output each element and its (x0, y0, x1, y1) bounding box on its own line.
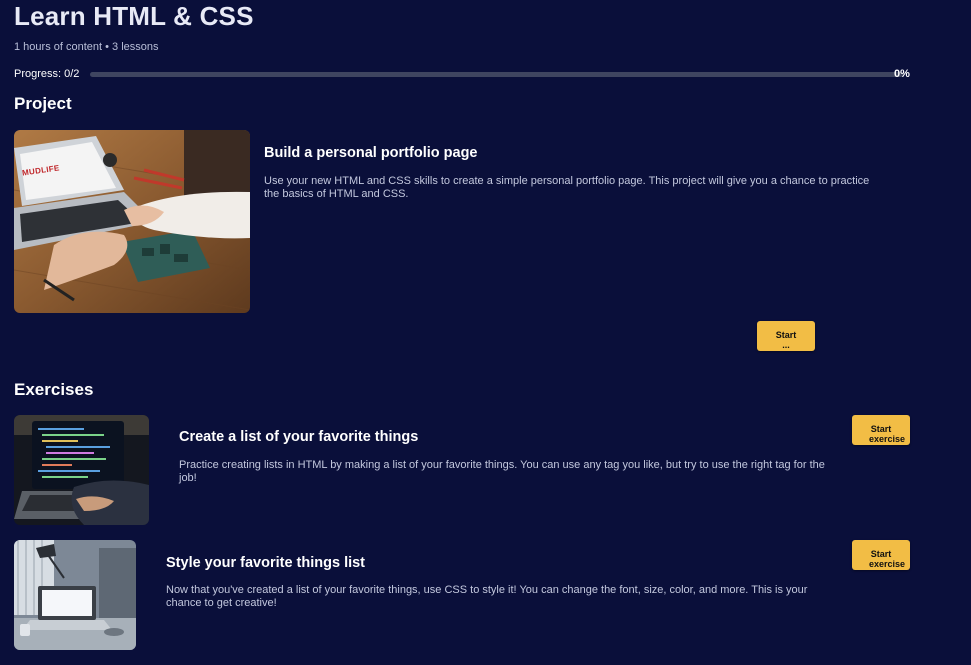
exercise-1-title: Create a list of your favorite things (179, 429, 419, 445)
exercise-1-description: Practice creating lists in HTML by makin… (179, 459, 825, 484)
exercise-2-title: Style your favorite things list (166, 555, 366, 571)
progress-percent: 0% (894, 68, 910, 80)
progress-bar (90, 72, 904, 77)
exercise-2-thumbnail-image (14, 540, 136, 650)
laptop-circuit-illustration (14, 130, 250, 313)
desk-laptop-illustration (14, 540, 136, 650)
start-exercise-1-button[interactable]: Start exercise (852, 415, 910, 445)
start-exercise-2-button-label: Start (870, 548, 892, 559)
course-meta: 1 hours of content • 3 lessons (14, 41, 159, 53)
project-description: Use your new HTML and CSS skills to crea… (264, 175, 870, 200)
course-title: Learn HTML & CSS (14, 1, 254, 31)
start-exercise-1-button-label: Start (870, 423, 892, 434)
start-project-button-label-2: ... (782, 339, 790, 350)
exercise-2-description: Now that you've created a list of your f… (166, 584, 808, 609)
progress-row: Progress: 0/2 0% (14, 67, 914, 81)
start-project-button[interactable]: Start ... (757, 321, 815, 351)
project-title: Build a personal portfolio page (264, 145, 478, 161)
project-section-heading: Project (14, 94, 72, 113)
laptop-code-illustration (14, 415, 149, 525)
start-exercise-2-button[interactable]: Start exercise (852, 540, 910, 570)
progress-label: Progress: 0/2 (14, 68, 80, 80)
exercise-1-thumbnail-image (14, 415, 149, 525)
start-project-button-label: Start (775, 329, 797, 340)
start-exercise-2-button-label-2: exercise (868, 558, 906, 569)
project-thumbnail-image: MUDLIFE (14, 130, 250, 313)
exercises-section-heading: Exercises (14, 380, 94, 399)
start-exercise-1-button-label-2: exercise (868, 433, 906, 444)
course-page: Learn HTML & CSS 1 hours of content • 3 … (0, 0, 971, 665)
